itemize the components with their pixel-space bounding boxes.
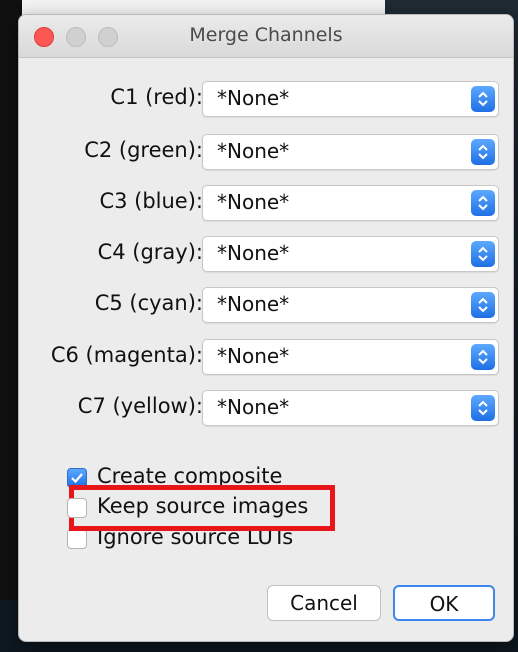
channel-label: C2 (green): <box>84 138 203 162</box>
channel-select-c2[interactable]: *None* <box>202 134 499 170</box>
keep-source-images-checkbox[interactable] <box>67 498 87 518</box>
select-value: *None* <box>217 86 290 110</box>
select-value: *None* <box>217 292 290 316</box>
channel-label: C3 (blue): <box>99 189 203 213</box>
channel-label: C1 (red): <box>110 85 203 109</box>
cancel-button[interactable]: Cancel <box>267 585 381 621</box>
chevron-up-down-icon[interactable] <box>471 241 495 267</box>
chevron-up-down-icon[interactable] <box>471 190 495 216</box>
chevron-up-down-icon[interactable] <box>471 292 495 318</box>
select-value: *None* <box>217 139 290 163</box>
channel-row-c7: C7 (yellow): *None* <box>19 390 513 426</box>
channel-select-c7[interactable]: *None* <box>202 390 499 426</box>
chevron-up-down-icon[interactable] <box>471 395 495 421</box>
channel-label: C5 (cyan): <box>94 291 203 315</box>
channel-select-c6[interactable]: *None* <box>202 339 499 375</box>
channel-select-c5[interactable]: *None* <box>202 287 499 323</box>
channel-label: C6 (magenta): <box>50 343 203 367</box>
select-value: *None* <box>217 344 290 368</box>
channel-row-c5: C5 (cyan): *None* <box>19 287 513 323</box>
channel-row-c1: C1 (red): *None* <box>19 81 513 117</box>
channel-label: C4 (gray): <box>97 240 203 264</box>
ok-button[interactable]: OK <box>393 585 495 621</box>
select-value: *None* <box>217 241 290 265</box>
channel-select-c1[interactable]: *None* <box>202 81 499 117</box>
chevron-up-down-icon[interactable] <box>471 86 495 112</box>
keep-source-images-label: Keep source images <box>97 494 309 518</box>
chevron-up-down-icon[interactable] <box>471 139 495 165</box>
channel-label: C7 (yellow): <box>77 394 203 418</box>
select-value: *None* <box>217 395 290 419</box>
title-bar[interactable]: Merge Channels <box>19 15 513 58</box>
channel-row-c3: C3 (blue): *None* <box>19 185 513 221</box>
chevron-up-down-icon[interactable] <box>471 344 495 370</box>
channel-select-c3[interactable]: *None* <box>202 185 499 221</box>
ignore-source-luts-checkbox[interactable] <box>67 529 87 549</box>
channel-row-c6: C6 (magenta): *None* <box>19 339 513 375</box>
channel-row-c2: C2 (green): *None* <box>19 134 513 170</box>
channel-select-c4[interactable]: *None* <box>202 236 499 272</box>
channel-row-c4: C4 (gray): *None* <box>19 236 513 272</box>
merge-channels-dialog: Merge Channels C1 (red): *None* C2 (gree… <box>18 14 514 642</box>
window-title: Merge Channels <box>189 24 343 46</box>
select-value: *None* <box>217 190 290 214</box>
keep-source-images-option[interactable]: Keep source images <box>67 493 397 521</box>
